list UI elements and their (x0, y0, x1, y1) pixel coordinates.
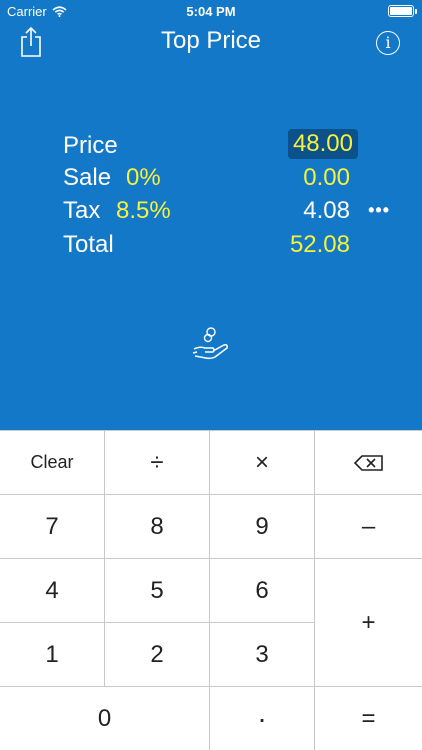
tax-row: Tax 8.5% 4.08 ••• (0, 195, 422, 227)
digit-4-button[interactable]: 4 (0, 559, 105, 623)
digit-0-button[interactable]: 0 (0, 687, 210, 750)
digit-5-button[interactable]: 5 (105, 559, 210, 623)
info-icon[interactable]: i (376, 31, 400, 55)
tax-percent[interactable]: 8.5% (116, 197, 171, 225)
minus-button[interactable]: – (315, 495, 422, 559)
sale-value: 0.00 (303, 164, 350, 191)
price-label: Price (63, 132, 118, 159)
price-row: Price 48.00 (0, 129, 422, 162)
tax-label: Tax (63, 197, 101, 224)
digit-1-button[interactable]: 1 (0, 623, 105, 687)
more-options-icon[interactable]: ••• (368, 200, 390, 221)
clear-button[interactable]: Clear (0, 431, 105, 495)
decimal-button[interactable]: · (210, 687, 315, 750)
price-value[interactable]: 48.00 (287, 129, 358, 159)
backspace-icon (353, 454, 383, 471)
sale-percent[interactable]: 0% (126, 164, 161, 192)
plus-button[interactable]: + (315, 559, 422, 687)
status-time: 5:04 PM (186, 4, 236, 19)
sale-label: Sale (63, 164, 112, 191)
digit-9-button[interactable]: 9 (210, 495, 315, 559)
digit-6-button[interactable]: 6 (210, 559, 315, 623)
total-row: Total 52.08 (0, 229, 422, 261)
page-title: Top Price (160, 27, 262, 54)
keypad: Clear ÷ × 7 8 9 – 4 5 6 + 1 2 3 0 · = (0, 430, 422, 750)
tax-value: 4.08 (303, 197, 350, 224)
calculator-display: Carrier 5:04 PM Top Price i Price 48.00 … (0, 0, 422, 430)
digit-8-button[interactable]: 8 (105, 495, 210, 559)
sale-row: Sale 0% 0.00 (0, 162, 422, 194)
digit-3-button[interactable]: 3 (210, 623, 315, 687)
digit-2-button[interactable]: 2 (105, 623, 210, 687)
divide-button[interactable]: ÷ (105, 431, 210, 495)
backspace-button[interactable] (315, 431, 422, 495)
equals-button[interactable]: = (315, 687, 422, 750)
multiply-button[interactable]: × (210, 431, 315, 495)
digit-7-button[interactable]: 7 (0, 495, 105, 559)
hand-coin-icon[interactable] (191, 326, 231, 362)
status-bar: Carrier 5:04 PM (0, 0, 422, 22)
total-label: Total (63, 231, 114, 258)
battery-tip (415, 9, 417, 14)
battery-icon (388, 5, 414, 17)
total-value: 52.08 (289, 231, 350, 258)
